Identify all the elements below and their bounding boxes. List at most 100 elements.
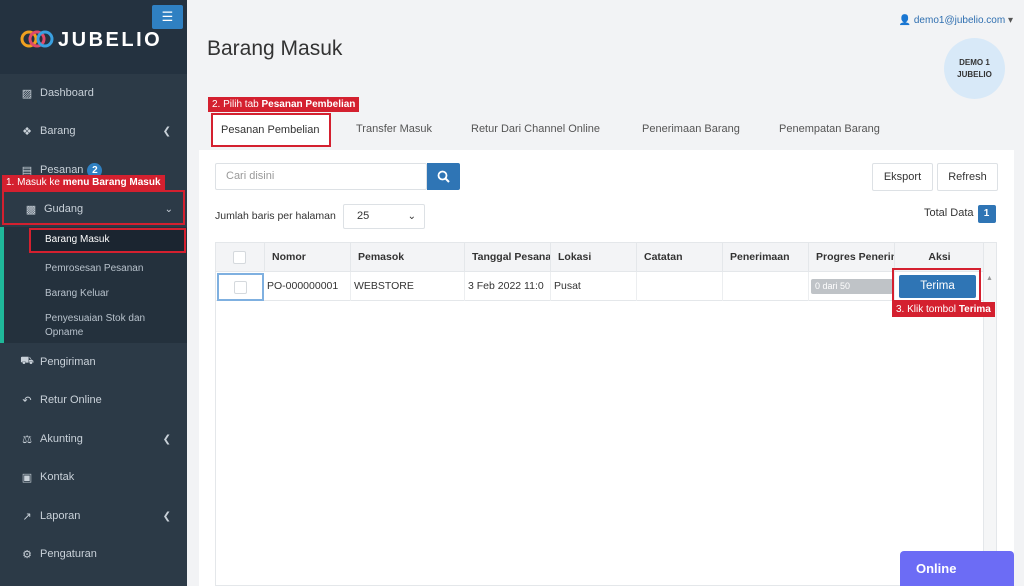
avatar[interactable]: DEMO 1 JUBELIO — [944, 38, 1005, 99]
step1-callout: 1. Masuk ke menu Barang Masuk — [2, 175, 165, 190]
sidebar-item-dashboard[interactable]: ▨ Dashboard — [0, 78, 187, 108]
scale-icon: ⚖ — [22, 433, 32, 446]
submenu-pemrosesan-pesanan[interactable]: Pemrosesan Pesanan — [45, 263, 143, 274]
tab-pesanan-pembelian[interactable]: Pesanan Pembelian — [211, 113, 331, 147]
column-header[interactable]: Penerimaan — [723, 243, 809, 272]
jubelio-logo-icon — [20, 30, 54, 48]
sidebar-item-label: Kontak — [40, 471, 75, 483]
chevron-down-icon: ⌄ — [407, 211, 416, 222]
chevron-left-icon: ❮ — [162, 510, 171, 522]
hamburger-icon[interactable]: ☰ — [152, 5, 183, 29]
sidebar-item-label: Dashboard — [40, 87, 94, 99]
sidebar-item-label: Pengaturan — [40, 548, 97, 560]
cell-catatan — [637, 272, 723, 301]
sidebar-item-pengaturan[interactable]: ⚙ Pengaturan — [0, 539, 187, 569]
chevron-left-icon: ❮ — [162, 433, 171, 445]
user-menu[interactable]: 👤 demo1@jubelio.com ▾ — [899, 15, 1013, 26]
cell-lokasi: Pusat — [551, 272, 637, 301]
avatar-line-2: JUBELIO — [957, 69, 992, 79]
terima-button[interactable]: Terima — [899, 275, 976, 298]
sidebar-item-gudang[interactable]: ▩ Gudang ⌄ — [2, 190, 185, 225]
total-count-badge: 1 — [977, 205, 996, 223]
rows-per-page-select[interactable]: 25 ⌄ — [343, 204, 425, 229]
page-title: Barang Masuk — [207, 37, 343, 60]
table-row[interactable]: PO-000000001 WEBSTORE 3 Feb 2022 11:0 Pu… — [216, 272, 984, 301]
callout-text: 3. Klik tombol — [896, 304, 959, 315]
sidebar-item-label: Gudang — [44, 203, 84, 215]
cell-tanggal: 3 Feb 2022 11:0 — [465, 272, 551, 301]
cell-nomor[interactable]: PO-000000001 — [265, 272, 351, 301]
cubes-icon: ❖ — [22, 125, 32, 138]
column-header[interactable]: Progres Penerimaan — [809, 243, 895, 272]
column-header[interactable]: Pemasok — [351, 243, 465, 272]
total-label: Total Data — [924, 207, 974, 219]
tab-label: Pesanan Pembelian — [221, 124, 320, 136]
building-icon: ▩ — [25, 203, 37, 216]
vertical-scrollbar[interactable]: ▲ — [983, 243, 996, 586]
truck-icon: ⛟ — [20, 355, 34, 367]
scroll-up-icon[interactable]: ▲ — [986, 275, 993, 282]
return-icon: ↶ — [22, 394, 32, 407]
tab-transfer-masuk[interactable]: Transfer Masuk — [356, 123, 432, 135]
sidebar-item-label: Pengiriman — [40, 356, 96, 368]
search-input[interactable]: Cari disini — [215, 163, 427, 190]
row-select-cell[interactable] — [217, 273, 264, 301]
select-all-cell — [216, 243, 265, 272]
callout-text: 2. Pilih tab — [212, 99, 262, 110]
sidebar-item-kontak[interactable]: ▣ Kontak — [0, 462, 187, 492]
export-button[interactable]: Eksport — [872, 163, 933, 191]
gears-icon: ⚙ — [22, 548, 32, 561]
sidebar-item-pengiriman[interactable]: ⛟ Pengiriman — [0, 347, 187, 377]
contact-card-icon: ▣ — [21, 471, 33, 484]
user-icon: 👤 — [898, 15, 912, 26]
chevron-left-icon: ❮ — [162, 125, 171, 137]
search-icon — [437, 170, 450, 183]
caret-down-icon: ▾ — [1007, 15, 1013, 26]
sidebar-item-retur-online[interactable]: ↶ Retur Online — [0, 385, 187, 415]
tab-penempatan-barang[interactable]: Penempatan Barang — [779, 123, 880, 135]
column-header[interactable]: Catatan — [637, 243, 723, 272]
submenu-penyesuaian-stok[interactable]: Penyesuaian Stok dan — [45, 313, 145, 324]
sidebar-item-akunting[interactable]: ⚖ Akunting ❮ — [0, 424, 187, 454]
callout-emphasis: menu Barang Masuk — [62, 177, 161, 188]
sidebar-item-label: Retur Online — [40, 394, 102, 406]
column-header[interactable]: Nomor — [265, 243, 351, 272]
tab-penerimaan-barang[interactable]: Penerimaan Barang — [642, 123, 740, 135]
submenu-barang-keluar[interactable]: Barang Keluar — [45, 288, 109, 299]
row-checkbox[interactable] — [234, 281, 247, 294]
search-button[interactable] — [427, 163, 460, 190]
sidebar-item-laporan[interactable]: ↗ Laporan ❮ — [0, 501, 187, 531]
sidebar-item-label: Barang — [40, 125, 76, 137]
cell-penerimaan — [723, 272, 809, 301]
refresh-button[interactable]: Refresh — [937, 163, 998, 191]
total-data: Total Data 1 — [924, 205, 996, 223]
select-all-checkbox[interactable] — [233, 251, 246, 264]
submenu-barang-masuk[interactable]: Barang Masuk — [29, 228, 186, 253]
rows-per-page-value: 25 — [357, 210, 370, 222]
chart-icon: ▨ — [21, 87, 33, 100]
table-header: Nomor Pemasok Tanggal Pesanan Lokasi Cat… — [216, 243, 984, 272]
progress-bar: 0 dari 50 — [811, 279, 893, 294]
sidebar: JUBELIO ☰ ▨ Dashboard ❖ Barang ❮ ▤ Pesan… — [0, 0, 187, 586]
avatar-line-1: DEMO 1 — [959, 57, 990, 67]
submenu-opname[interactable]: Opname — [45, 327, 83, 338]
step3-callout: 3. Klik tombol Terima — [892, 302, 995, 317]
online-chat-button[interactable]: Online — [900, 551, 1014, 586]
step2-callout: 2. Pilih tab Pesanan Pembelian — [208, 97, 360, 112]
chevron-down-icon: ⌄ — [164, 203, 173, 215]
callout-text: 1. Masuk ke — [6, 177, 63, 188]
submenu-label: Barang Masuk — [45, 234, 110, 245]
tab-retur-channel-online[interactable]: Retur Dari Channel Online — [471, 123, 600, 135]
column-header[interactable]: Lokasi — [551, 243, 637, 272]
cell-pemasok: WEBSTORE — [351, 272, 465, 301]
sidebar-item-gudang-row: ▩ Gudang ⌄ — [2, 194, 185, 224]
sidebar-item-label: Akunting — [40, 433, 83, 445]
brand-name: JUBELIO — [58, 29, 163, 51]
column-header[interactable]: Tanggal Pesanan — [465, 243, 551, 272]
sidebar-item-barang[interactable]: ❖ Barang ❮ — [0, 116, 187, 146]
data-grid: Nomor Pemasok Tanggal Pesanan Lokasi Cat… — [215, 242, 997, 586]
user-email: demo1@jubelio.com — [913, 15, 1006, 26]
sidebar-item-label: Laporan — [40, 510, 81, 522]
callout-emphasis: Terima — [958, 304, 991, 315]
callout-emphasis: Pesanan Pembelian — [261, 99, 356, 110]
